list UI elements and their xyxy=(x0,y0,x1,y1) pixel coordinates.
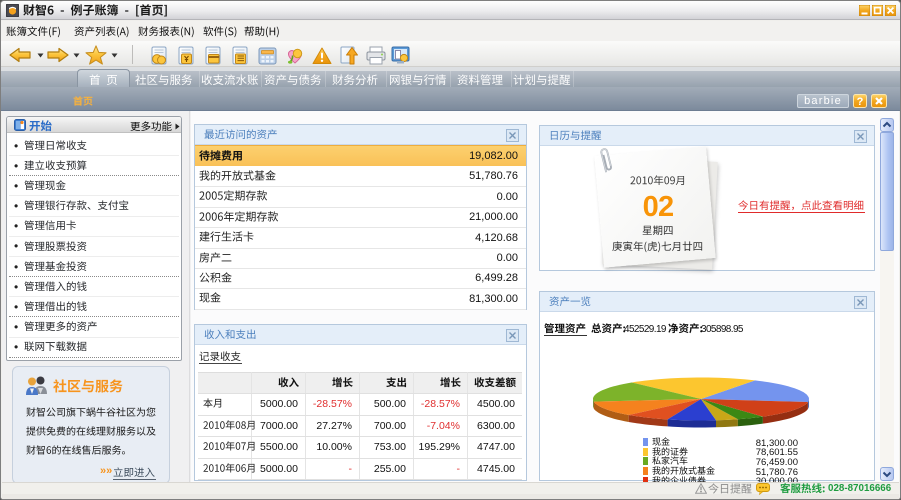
svg-text:?: ? xyxy=(857,96,864,108)
